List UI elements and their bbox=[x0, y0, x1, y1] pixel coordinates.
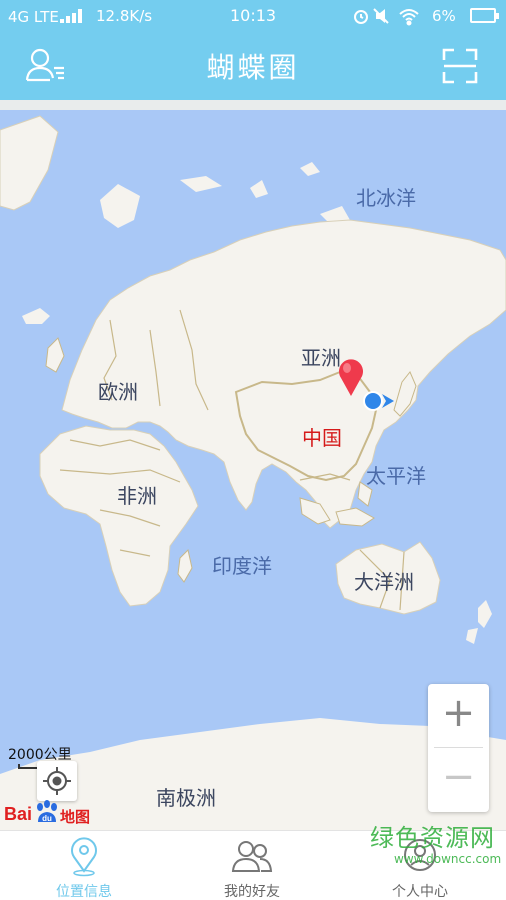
arctic-islands bbox=[100, 162, 350, 228]
scan-button[interactable] bbox=[440, 46, 480, 86]
zoom-in-button[interactable]: + bbox=[428, 684, 489, 747]
label-china: 中国 bbox=[302, 426, 342, 450]
profile-icon bbox=[404, 839, 436, 871]
app-header: 蝴蝶圈 bbox=[0, 32, 506, 100]
friends-icon bbox=[231, 841, 273, 872]
battery-icon bbox=[470, 8, 499, 23]
label-antarctica: 南极洲 bbox=[156, 786, 216, 810]
wifi-icon bbox=[399, 9, 419, 26]
tab-my-friends[interactable]: 我的好友 bbox=[168, 831, 336, 900]
label-arctic-ocean: 北冰洋 bbox=[356, 186, 416, 210]
baidu-ditu-text: 地图 bbox=[60, 808, 91, 826]
scan-icon bbox=[442, 48, 478, 84]
label-europe: 欧洲 bbox=[98, 380, 138, 404]
madagascar-land bbox=[177, 549, 193, 583]
page-title: 蝴蝶圈 bbox=[206, 51, 300, 84]
label-asia: 亚洲 bbox=[301, 346, 341, 370]
tab-location-info-label: 位置信息 bbox=[56, 884, 112, 900]
zoom-controls: + − bbox=[428, 684, 489, 812]
tab-profile-label: 个人中心 bbox=[392, 884, 448, 900]
signal-icon bbox=[60, 9, 82, 23]
baidu-du-text: du bbox=[42, 814, 52, 823]
baidu-paw-icon: du bbox=[37, 800, 57, 823]
tab-my-friends-label: 我的好友 bbox=[224, 884, 280, 900]
tab-profile[interactable]: 个人中心 bbox=[336, 831, 504, 900]
crosshair-icon bbox=[43, 767, 71, 795]
zoom-out-button[interactable]: − bbox=[428, 748, 489, 811]
bottom-tab-bar: 位置信息 我的好友 个人中心 bbox=[0, 830, 506, 900]
new-zealand-land bbox=[466, 600, 492, 644]
label-pacific: 太平洋 bbox=[366, 464, 426, 488]
clock: 10:13 bbox=[230, 6, 277, 25]
tab-location-info[interactable]: 位置信息 bbox=[0, 831, 168, 900]
map-view[interactable]: 北冰洋 亚洲 欧洲 中国 非洲 太平洋 印度洋 大洋洲 南极洲 + − 2000… bbox=[0, 110, 506, 830]
network-speed: 12.8K/s bbox=[96, 7, 153, 25]
header-divider bbox=[0, 100, 506, 110]
location-pin-icon bbox=[71, 837, 97, 877]
iceland-land bbox=[22, 308, 50, 324]
label-oceania: 大洋洲 bbox=[354, 570, 414, 594]
network-type: 4G LTE bbox=[8, 8, 59, 26]
my-location-marker bbox=[363, 391, 394, 411]
baidu-logo-text: Bai bbox=[4, 804, 33, 824]
system-status-icons bbox=[354, 8, 419, 26]
baidu-map-logo: Bai du 地图 bbox=[4, 800, 94, 828]
mute-icon bbox=[373, 8, 389, 24]
status-bar: 4G LTE 12.8K/s 10:13 6% bbox=[0, 0, 506, 32]
label-indian-ocean: 印度洋 bbox=[212, 554, 272, 578]
battery-percent: 6% bbox=[432, 7, 456, 25]
africa-land bbox=[39, 425, 199, 607]
greenland-land bbox=[0, 115, 59, 211]
locate-me-button[interactable] bbox=[37, 761, 77, 801]
britain-land bbox=[45, 337, 65, 373]
label-africa: 非洲 bbox=[117, 484, 157, 508]
alarm-icon bbox=[354, 10, 368, 24]
